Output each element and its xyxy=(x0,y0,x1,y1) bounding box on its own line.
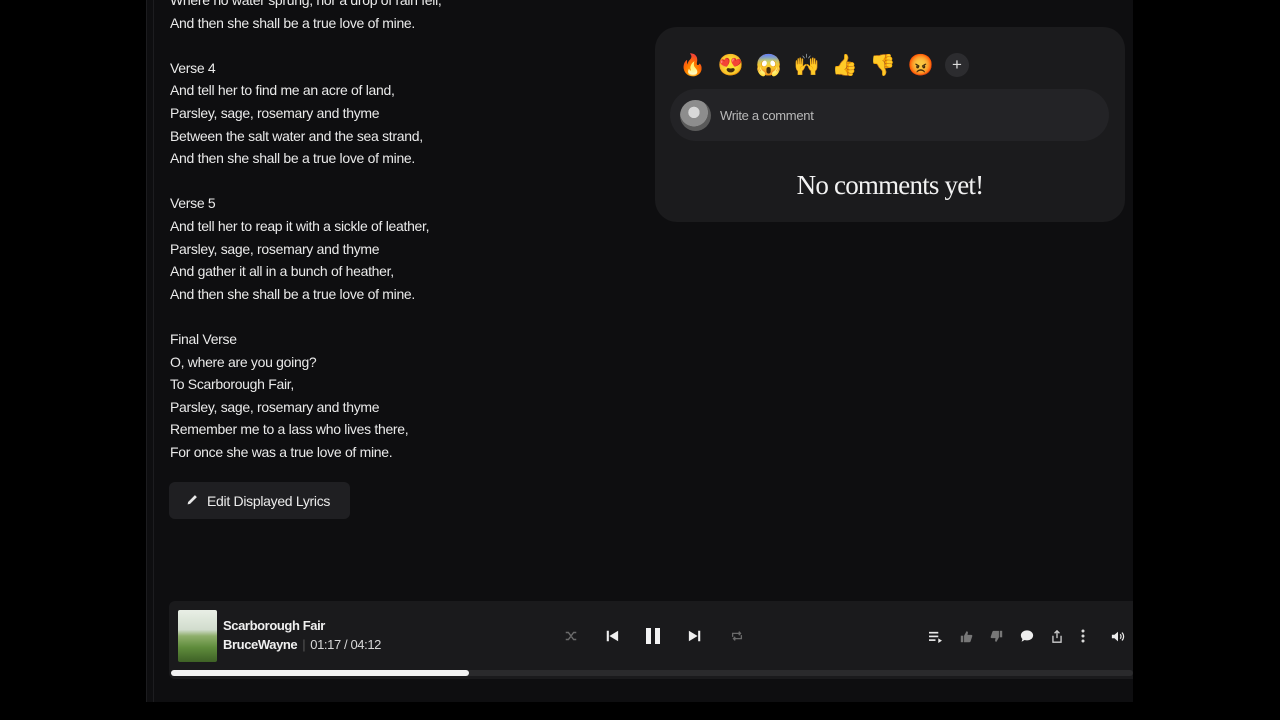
lyric-line: And tell her to reap it with a sickle of… xyxy=(170,217,430,234)
stanza-heading: Final Verse xyxy=(170,330,237,347)
edit-lyrics-button[interactable]: Edit Displayed Lyrics xyxy=(169,482,350,519)
lyric-line: And tell her to find me an acre of land, xyxy=(170,82,395,99)
lyrics-stanza: Verse 4 And tell her to find me an acre o… xyxy=(170,57,590,170)
lyric-line: And gather it all in a bunch of heather, xyxy=(170,263,394,280)
sidebar-divider xyxy=(153,0,154,702)
dislike-button[interactable] xyxy=(990,625,1003,647)
reaction-bar: 🔥 😍 😱 🙌 👍 👎 😡 + xyxy=(679,51,969,79)
dislike-icon xyxy=(990,630,1003,643)
lyric-line: And then she shall be a true love of min… xyxy=(170,285,416,302)
progress-bar[interactable] xyxy=(171,670,1133,676)
lyric-line: Parsley, sage, rosemary and thyme xyxy=(170,104,380,121)
pause-button[interactable] xyxy=(644,625,662,647)
previous-icon xyxy=(605,629,619,643)
reaction-raised-hands-icon[interactable]: 🙌 xyxy=(793,51,821,79)
shuffle-icon xyxy=(564,629,578,643)
share-icon xyxy=(1051,629,1063,643)
repeat-button[interactable] xyxy=(730,625,744,647)
lyric-line: Parsley, sage, rosemary and thyme xyxy=(170,240,380,257)
reaction-heart-eyes-icon[interactable]: 😍 xyxy=(717,51,745,79)
player-bar: Scarborough Fair BruceWayne | 01:17 / 04:1… xyxy=(169,601,1133,679)
lyric-line: And then she shall be a true love of min… xyxy=(170,14,416,31)
queue-icon xyxy=(928,630,943,643)
lyrics-stanza: Where no water sprung, nor a drop of rai… xyxy=(170,0,590,34)
comment-composer[interactable] xyxy=(670,89,1109,141)
lyric-line: To Scarborough Fair, xyxy=(170,376,294,393)
stanza-heading: Verse 5 xyxy=(170,195,216,212)
lyrics-panel: Where no water sprung, nor a drop of rai… xyxy=(170,0,590,486)
stanza-heading: Verse 4 xyxy=(170,59,216,76)
like-button[interactable] xyxy=(960,625,973,647)
more-options-button[interactable] xyxy=(1081,625,1085,647)
share-button[interactable] xyxy=(1051,625,1063,647)
lyrics-stanza: Final Verse O, where are you going? To Sca… xyxy=(170,328,590,464)
lyric-line: For once she was a true love of mine. xyxy=(170,443,393,460)
pause-icon xyxy=(644,627,662,645)
repeat-icon xyxy=(730,629,744,643)
edit-lyrics-label: Edit Displayed Lyrics xyxy=(207,492,331,509)
more-icon xyxy=(1081,629,1085,643)
previous-button[interactable] xyxy=(605,625,619,647)
time-separator: / xyxy=(344,637,348,652)
add-reaction-icon[interactable]: + xyxy=(945,53,969,77)
lyrics-stanza: Verse 5 And tell her to reap it with a si… xyxy=(170,192,590,305)
track-meta: BruceWayne | 01:17 / 04:12 xyxy=(223,637,382,652)
comment-button[interactable] xyxy=(1020,625,1034,647)
progress-fill xyxy=(171,670,470,676)
lyric-line: Between the salt water and the sea stran… xyxy=(170,127,423,144)
avatar xyxy=(680,99,711,131)
like-icon xyxy=(960,630,973,643)
reaction-thumbs-down-icon[interactable]: 👎 xyxy=(869,51,897,79)
volume-button[interactable] xyxy=(1111,625,1125,647)
pencil-icon xyxy=(186,493,199,509)
lyric-line: O, where are you going? xyxy=(170,353,317,370)
volume-icon xyxy=(1111,630,1125,643)
album-art[interactable] xyxy=(178,610,217,662)
duration: 04:12 xyxy=(350,637,382,652)
comment-input[interactable] xyxy=(720,107,1090,123)
reaction-angry-icon[interactable]: 😡 xyxy=(907,51,935,79)
shuffle-button[interactable] xyxy=(564,625,578,647)
next-button[interactable] xyxy=(688,625,702,647)
lyric-line: Remember me to a lass who lives there, xyxy=(170,421,409,438)
no-comments-message: No comments yet! xyxy=(796,170,984,200)
comment-icon xyxy=(1020,629,1034,643)
track-artist[interactable]: BruceWayne xyxy=(223,637,298,652)
reaction-thumbs-up-icon[interactable]: 👍 xyxy=(831,51,859,79)
queue-button[interactable] xyxy=(928,625,943,647)
reaction-fire-icon[interactable]: 🔥 xyxy=(679,51,707,79)
lyric-line: Parsley, sage, rosemary and thyme xyxy=(170,398,380,415)
current-time: 01:17 xyxy=(310,637,341,652)
comments-card: 🔥 😍 😱 🙌 👍 👎 😡 + No comments yet! xyxy=(655,27,1125,222)
reaction-screaming-icon[interactable]: 😱 xyxy=(755,51,783,79)
track-title[interactable]: Scarborough Fair xyxy=(223,618,325,633)
lyric-line: And then she shall be a true love of min… xyxy=(170,150,416,167)
next-icon xyxy=(688,629,702,643)
lyric-line: Where no water sprung, nor a drop of rai… xyxy=(170,0,442,8)
